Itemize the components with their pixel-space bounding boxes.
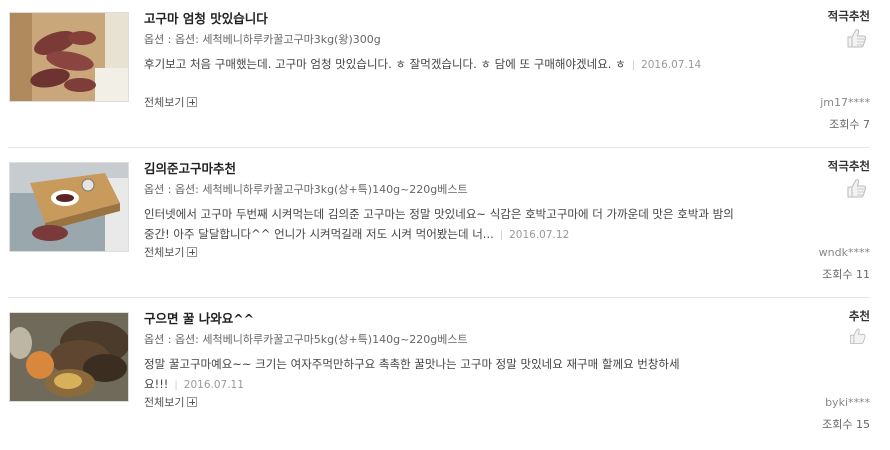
divider — [8, 147, 870, 148]
roasted-sweet-potato-image — [10, 313, 128, 401]
sweet-potato-box-image — [10, 13, 128, 101]
review-text: 후기보고 처음 구매했는데. 고구마 엄청 맛있습니다. ㅎ 잘먹겠습니다. ㅎ… — [144, 57, 626, 71]
review-date: 2016.07.11 — [183, 379, 244, 391]
review-photo[interactable] — [9, 312, 129, 402]
recommend-label: 추천 — [848, 309, 870, 323]
plus-icon — [187, 97, 198, 107]
plus-icon — [187, 397, 198, 407]
recommend-label: 적극추천 — [827, 159, 870, 173]
review-photo[interactable] — [9, 12, 129, 102]
reviewer-id: byki**** — [825, 396, 870, 409]
view-count: 조회수 11 — [822, 268, 870, 281]
view-count: 조회수 7 — [829, 118, 870, 131]
expand-review-button[interactable]: 전체보기 — [144, 94, 198, 110]
separator: | — [499, 230, 504, 241]
view-count: 조회수 15 — [822, 418, 870, 431]
review-title[interactable]: 고구마 엄청 맛있습니다 — [144, 8, 268, 27]
plus-icon — [187, 247, 198, 257]
review-option: 옵션 : 옵션: 세척베니하루카꿀고구마5kg(상+특)140g~220g베스트 — [144, 333, 468, 346]
review-item: 김의준고구마추천 옵션 : 옵션: 세척베니하루카꿀고구마3kg(상+특)140… — [0, 150, 876, 300]
reviewer-id: wndk**** — [818, 246, 870, 259]
expand-review-button[interactable]: 전체보기 — [144, 394, 198, 410]
review-photo[interactable] — [9, 162, 129, 252]
divider — [8, 297, 870, 298]
expand-label: 전체보기 — [144, 246, 185, 259]
thumbs-up-icon — [850, 328, 866, 344]
thumbs-up-double-icon — [847, 179, 867, 198]
expand-label: 전체보기 — [144, 96, 185, 109]
review-date: 2016.07.14 — [641, 59, 702, 71]
expand-review-button[interactable]: 전체보기 — [144, 244, 198, 260]
review-list: 고구마 엄청 맛있습니다 옵션 : 옵션: 세척베니하루카꿀고구마3kg(왕)3… — [0, 0, 890, 442]
sweet-potato-plate-image — [10, 163, 128, 251]
review-title[interactable]: 구으면 꿀 나와요^^ — [144, 308, 254, 327]
reviewer-id: jm17**** — [820, 96, 870, 109]
recommend-label: 적극추천 — [827, 9, 870, 23]
review-option: 옵션 : 옵션: 세척베니하루카꿀고구마3kg(왕)300g — [144, 33, 381, 46]
review-item: 고구마 엄청 맛있습니다 옵션 : 옵션: 세척베니하루카꿀고구마3kg(왕)3… — [0, 0, 876, 150]
review-body[interactable]: 후기보고 처음 구매했는데. 고구마 엄청 맛있습니다. ㅎ 잘먹겠습니다. ㅎ… — [144, 54, 734, 76]
separator: | — [631, 60, 636, 71]
separator: | — [174, 380, 178, 391]
review-body[interactable]: 정말 꿀고구마예요~~ 크기는 여자주먹만하구요 촉촉한 꿀맛나는 고구마 정말… — [144, 354, 734, 396]
review-body[interactable]: 인터넷에서 고구마 두번째 시켜먹는데 김의준 고구마는 정말 맛있네요~ 식감… — [144, 204, 734, 246]
thumbs-up-double-icon — [847, 29, 867, 48]
review-title[interactable]: 김의준고구마추천 — [144, 158, 236, 177]
review-item: 구으면 꿀 나와요^^ 옵션 : 옵션: 세척베니하루카꿀고구마5kg(상+특)… — [0, 300, 876, 450]
review-text: 인터넷에서 고구마 두번째 시켜먹는데 김의준 고구마는 정말 맛있네요~ 식감… — [144, 207, 734, 241]
review-option: 옵션 : 옵션: 세척베니하루카꿀고구마3kg(상+특)140g~220g베스트 — [144, 183, 468, 196]
review-date: 2016.07.12 — [509, 229, 570, 241]
expand-label: 전체보기 — [144, 396, 185, 409]
